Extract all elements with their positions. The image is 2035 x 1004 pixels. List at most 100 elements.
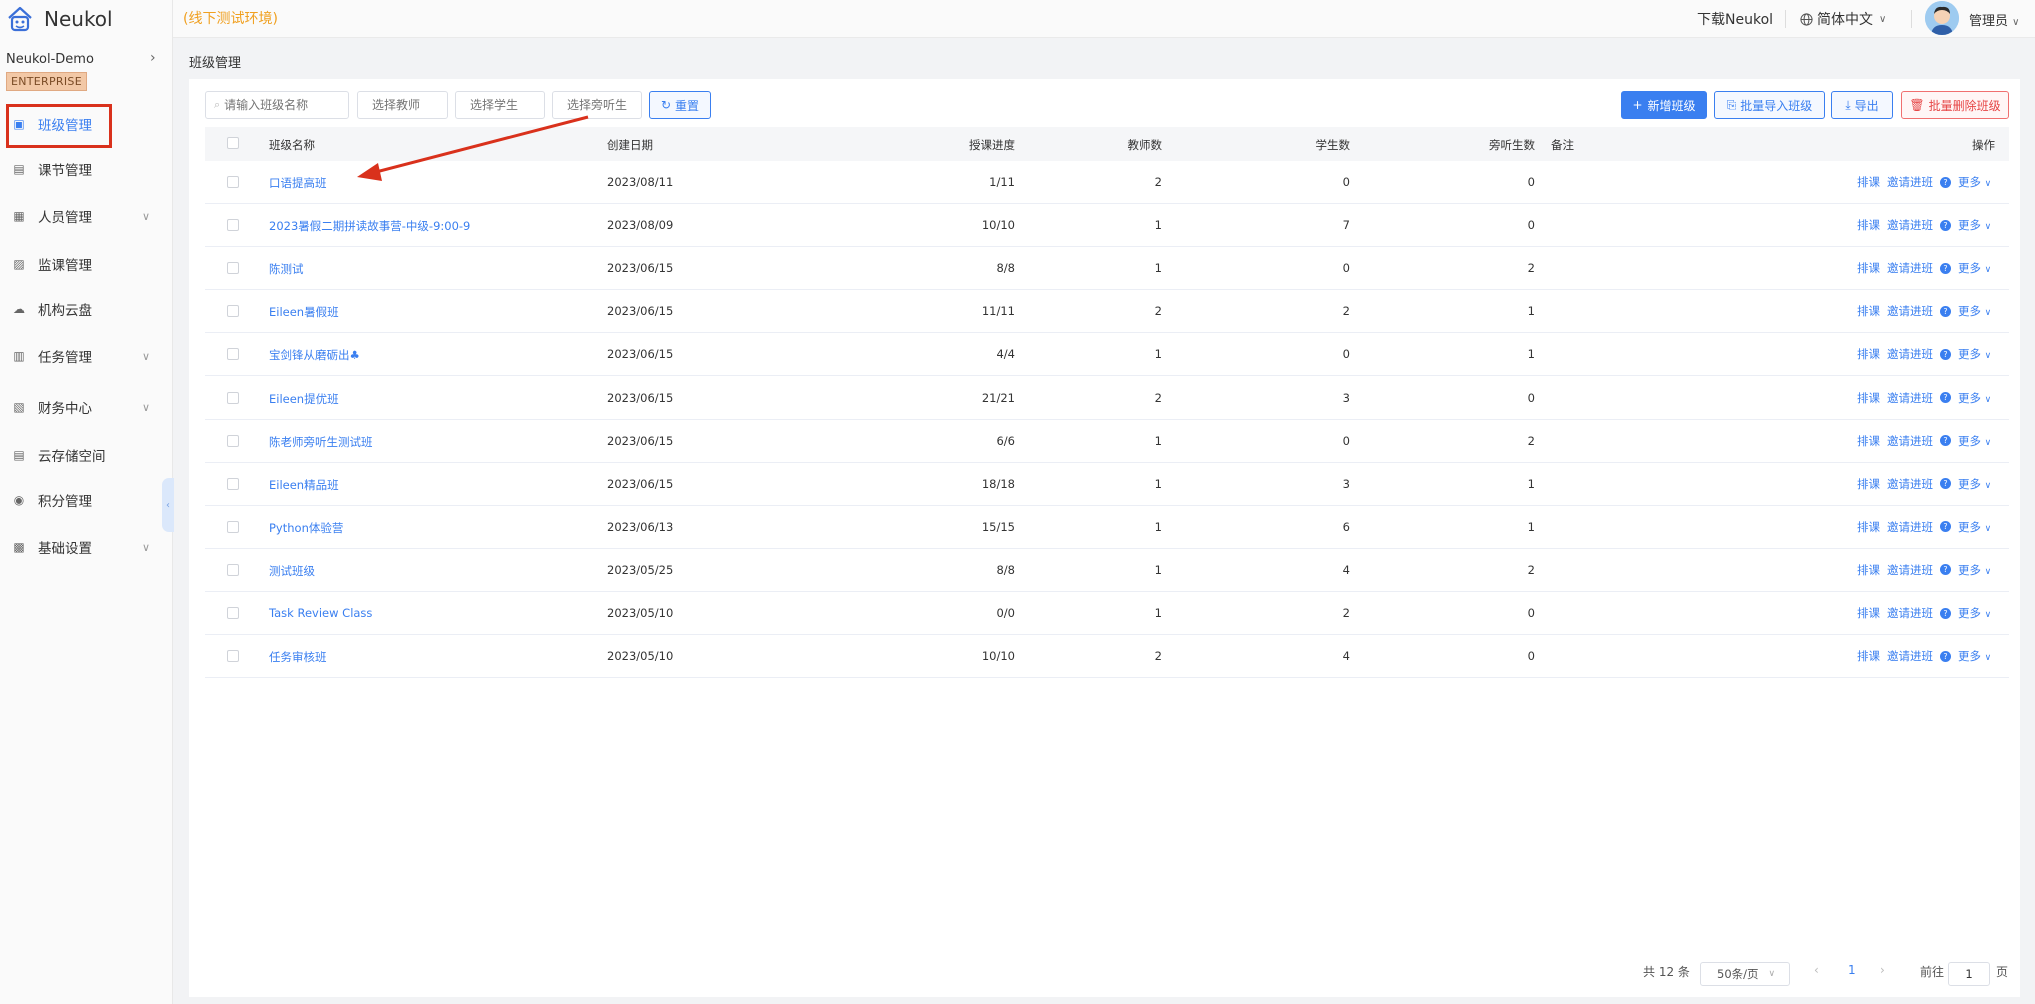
invite-link[interactable]: 邀请进班 bbox=[1887, 390, 1933, 406]
invite-link[interactable]: 邀请进班 bbox=[1887, 476, 1933, 492]
sidebar-item-2[interactable]: ▦ 人员管理 ∨ bbox=[0, 196, 172, 236]
sidebar-item-6[interactable]: ▧ 财务中心 ∨ bbox=[0, 387, 172, 427]
class-name-input[interactable] bbox=[224, 98, 348, 112]
schedule-link[interactable]: 排课 bbox=[1857, 605, 1880, 621]
more-link[interactable]: 更多 ∨ bbox=[1958, 562, 1991, 578]
more-link[interactable]: 更多 ∨ bbox=[1958, 260, 1991, 276]
student-select-input[interactable] bbox=[470, 98, 544, 112]
schedule-link[interactable]: 排课 bbox=[1857, 476, 1880, 492]
sidebar-item-4[interactable]: ☁ 机构云盘 bbox=[0, 289, 172, 329]
class-name-link[interactable]: Task Review Class bbox=[269, 606, 372, 620]
help-icon[interactable]: ? bbox=[1940, 521, 1951, 533]
add-class-button[interactable]: + 新增班级 bbox=[1621, 91, 1707, 119]
sidebar-item-8[interactable]: ◉ 积分管理 bbox=[0, 480, 172, 520]
sidebar-item-3[interactable]: ▨ 监课管理 bbox=[0, 244, 172, 284]
invite-link[interactable]: 邀请进班 bbox=[1887, 174, 1933, 190]
help-icon[interactable]: ? bbox=[1940, 348, 1951, 360]
more-link[interactable]: 更多 ∨ bbox=[1958, 303, 1991, 319]
class-name-link[interactable]: Python体验营 bbox=[269, 520, 343, 536]
org-name[interactable]: Neukol-Demo bbox=[6, 52, 94, 67]
class-name-link[interactable]: Eileen暑假班 bbox=[269, 304, 339, 320]
row-checkbox[interactable] bbox=[227, 477, 239, 490]
schedule-link[interactable]: 排课 bbox=[1857, 519, 1880, 535]
language-select[interactable]: 简体中文 ∨ bbox=[1800, 9, 1886, 29]
help-icon[interactable]: ? bbox=[1940, 478, 1951, 490]
more-link[interactable]: 更多 ∨ bbox=[1958, 433, 1991, 449]
teacher-select-input[interactable] bbox=[372, 98, 447, 112]
more-link[interactable]: 更多 ∨ bbox=[1958, 346, 1991, 362]
schedule-link[interactable]: 排课 bbox=[1857, 260, 1880, 276]
sidebar-item-9[interactable]: ▩ 基础设置 ∨ bbox=[0, 527, 172, 567]
class-name-link[interactable]: 测试班级 bbox=[269, 563, 315, 579]
invite-link[interactable]: 邀请进班 bbox=[1887, 217, 1933, 233]
more-link[interactable]: 更多 ∨ bbox=[1958, 519, 1991, 535]
class-name-link[interactable]: 口语提高班 bbox=[269, 175, 327, 191]
collapse-sidebar-icon[interactable]: ‹ bbox=[162, 478, 174, 532]
help-icon[interactable]: ? bbox=[1940, 305, 1951, 317]
page-size-select[interactable]: 50条/页 ∨ bbox=[1700, 962, 1790, 986]
batch-import-button[interactable]: ⎘ 批量导入班级 bbox=[1714, 91, 1825, 119]
class-name-link[interactable]: Eileen提优班 bbox=[269, 391, 339, 407]
invite-link[interactable]: 邀请进班 bbox=[1887, 519, 1933, 535]
auditor-select[interactable] bbox=[552, 91, 642, 119]
help-icon[interactable]: ? bbox=[1940, 219, 1951, 231]
class-name-link[interactable]: Eileen精品班 bbox=[269, 477, 339, 493]
help-icon[interactable]: ? bbox=[1940, 435, 1951, 447]
chevron-right-icon[interactable]: › bbox=[150, 50, 156, 66]
teacher-select[interactable] bbox=[357, 91, 448, 119]
schedule-link[interactable]: 排课 bbox=[1857, 433, 1880, 449]
class-name-link[interactable]: 任务审核班 bbox=[269, 649, 327, 665]
more-link[interactable]: 更多 ∨ bbox=[1958, 605, 1991, 621]
invite-link[interactable]: 邀请进班 bbox=[1887, 346, 1933, 362]
more-link[interactable]: 更多 ∨ bbox=[1958, 476, 1991, 492]
sidebar-item-1[interactable]: ▤ 课节管理 bbox=[0, 149, 172, 189]
next-page-icon[interactable]: › bbox=[1880, 963, 1885, 977]
download-link[interactable]: 下载Neukol bbox=[1697, 9, 1773, 29]
class-name-link[interactable]: 宝剑锋从磨砺出♣ bbox=[269, 347, 360, 363]
row-checkbox[interactable] bbox=[227, 563, 239, 576]
row-checkbox[interactable] bbox=[227, 650, 239, 663]
schedule-link[interactable]: 排课 bbox=[1857, 303, 1880, 319]
schedule-link[interactable]: 排课 bbox=[1857, 648, 1880, 664]
invite-link[interactable]: 邀请进班 bbox=[1887, 433, 1933, 449]
student-select[interactable] bbox=[455, 91, 545, 119]
invite-link[interactable]: 邀请进班 bbox=[1887, 260, 1933, 276]
help-icon[interactable]: ? bbox=[1940, 607, 1951, 619]
sidebar-item-5[interactable]: ▥ 任务管理 ∨ bbox=[0, 336, 172, 376]
class-name-search[interactable]: ⌕ bbox=[205, 91, 349, 119]
prev-page-icon[interactable]: ‹ bbox=[1814, 963, 1819, 977]
help-icon[interactable]: ? bbox=[1940, 262, 1951, 274]
invite-link[interactable]: 邀请进班 bbox=[1887, 562, 1933, 578]
select-all-checkbox[interactable] bbox=[227, 137, 239, 149]
invite-link[interactable]: 邀请进班 bbox=[1887, 605, 1933, 621]
help-icon[interactable]: ? bbox=[1940, 564, 1951, 576]
class-name-link[interactable]: 陈老师旁听生测试班 bbox=[269, 434, 373, 450]
more-link[interactable]: 更多 ∨ bbox=[1958, 217, 1991, 233]
row-checkbox[interactable] bbox=[227, 391, 239, 404]
schedule-link[interactable]: 排课 bbox=[1857, 174, 1880, 190]
invite-link[interactable]: 邀请进班 bbox=[1887, 648, 1933, 664]
export-button[interactable]: ⤓ 导出 bbox=[1831, 91, 1893, 119]
row-checkbox[interactable] bbox=[227, 434, 239, 447]
invite-link[interactable]: 邀请进班 bbox=[1887, 303, 1933, 319]
user-menu[interactable]: 管理员 ∨ bbox=[1969, 10, 2019, 29]
sidebar-item-7[interactable]: ▤ 云存储空间 bbox=[0, 435, 172, 475]
class-name-link[interactable]: 陈测试 bbox=[269, 261, 304, 277]
batch-delete-button[interactable]: 🗑 批量删除班级 bbox=[1901, 91, 2009, 119]
more-link[interactable]: 更多 ∨ bbox=[1958, 390, 1991, 406]
app-logo[interactable]: Neukol bbox=[6, 4, 113, 34]
current-page[interactable]: 1 bbox=[1848, 963, 1856, 977]
user-avatar[interactable] bbox=[1925, 1, 1959, 35]
schedule-link[interactable]: 排课 bbox=[1857, 390, 1880, 406]
help-icon[interactable]: ? bbox=[1940, 392, 1951, 403]
sidebar-item-0[interactable]: ▣ 班级管理 bbox=[0, 104, 172, 144]
row-checkbox[interactable] bbox=[227, 607, 239, 619]
row-checkbox[interactable] bbox=[227, 305, 239, 318]
row-checkbox[interactable] bbox=[227, 262, 239, 275]
auditor-select-input[interactable] bbox=[567, 98, 641, 112]
more-link[interactable]: 更多 ∨ bbox=[1958, 174, 1991, 190]
schedule-link[interactable]: 排课 bbox=[1857, 217, 1880, 233]
reset-button[interactable]: ↻ 重置 bbox=[649, 91, 711, 119]
more-link[interactable]: 更多 ∨ bbox=[1958, 648, 1991, 664]
row-checkbox[interactable] bbox=[227, 219, 239, 232]
